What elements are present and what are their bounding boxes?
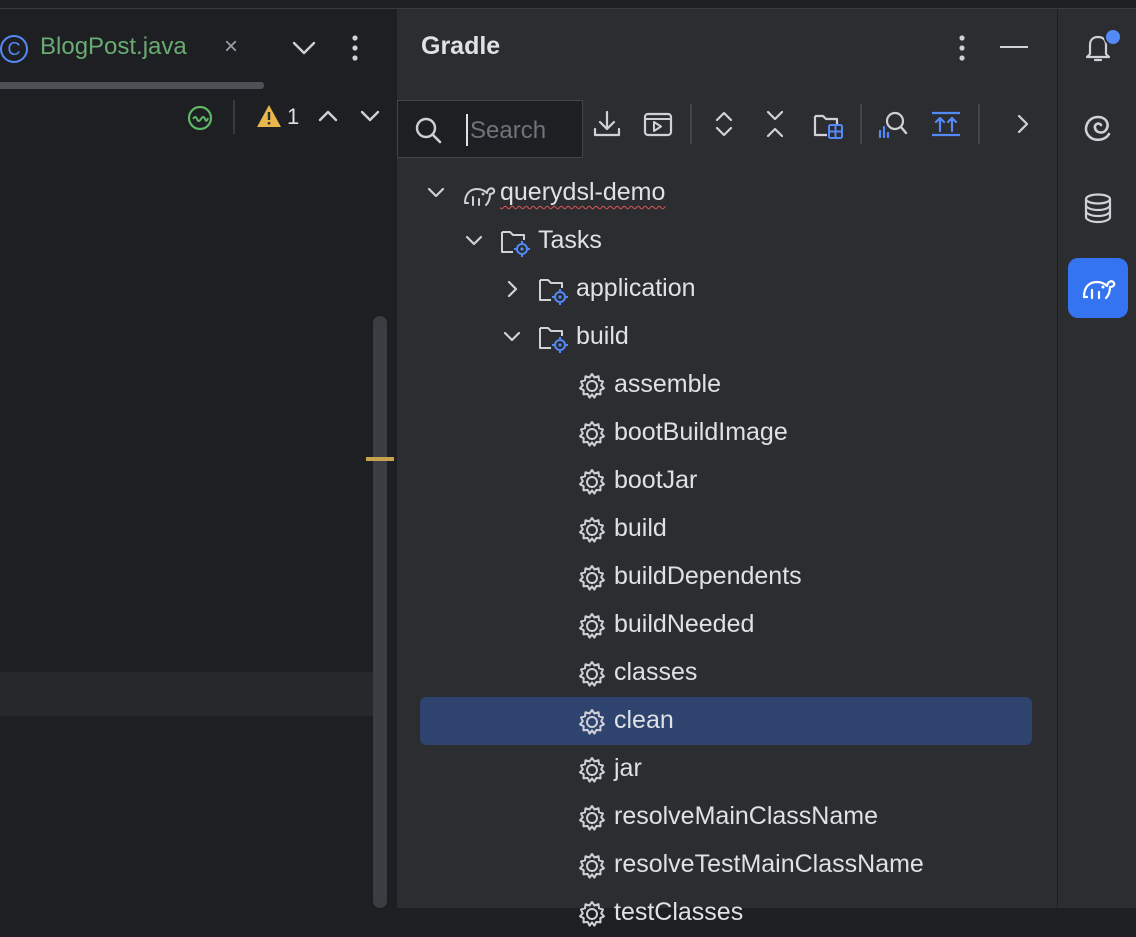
build-scripts-icon[interactable]: [929, 107, 963, 141]
collapse-all-icon[interactable]: [758, 107, 792, 141]
warning-count[interactable]: 1: [287, 104, 299, 130]
task-label[interactable]: testClasses: [614, 898, 743, 927]
task-row[interactable]: resolveTestMainClassName: [420, 841, 1032, 889]
group-label[interactable]: application: [576, 274, 696, 303]
tree-group-row[interactable]: build: [420, 313, 1032, 361]
task-label[interactable]: resolveTestMainClassName: [614, 850, 924, 879]
gear-icon: [577, 899, 607, 929]
editor-area[interactable]: [0, 9, 395, 908]
task-label[interactable]: clean: [614, 706, 674, 735]
task-row[interactable]: assemble: [420, 361, 1032, 409]
tool-window-title: Gradle: [421, 32, 501, 60]
task-row[interactable]: bootJar: [420, 457, 1032, 505]
chevron-down-icon[interactable]: [462, 229, 486, 253]
task-folder-icon: [500, 227, 530, 257]
task-row[interactable]: jar: [420, 745, 1032, 793]
chevron-right-icon[interactable]: [500, 277, 524, 301]
gradle-stripe-button[interactable]: [1068, 258, 1128, 318]
task-row[interactable]: testClasses: [420, 889, 1032, 937]
download-sources-icon[interactable]: [590, 107, 624, 141]
tab-close-icon[interactable]: ×: [224, 33, 238, 61]
java-class-icon: C: [0, 35, 28, 63]
task-label[interactable]: classes: [614, 658, 697, 687]
warning-icon[interactable]: [256, 103, 282, 129]
chevron-down-icon[interactable]: [500, 325, 524, 349]
gradle-elephant-icon: [462, 179, 496, 209]
task-row[interactable]: buildNeeded: [420, 601, 1032, 649]
inspection-divider: [233, 100, 235, 134]
editor-scrollbar[interactable]: [373, 316, 387, 908]
task-row[interactable]: build: [420, 505, 1032, 553]
toolbar-separator: [690, 104, 692, 144]
editor-tab-label[interactable]: BlogPost.java: [40, 33, 187, 61]
gear-icon: [577, 851, 607, 881]
task-label[interactable]: assemble: [614, 370, 721, 399]
gear-icon: [577, 611, 607, 641]
gear-icon: [577, 371, 607, 401]
group-label[interactable]: build: [576, 322, 629, 351]
task-folder-icon: [538, 275, 568, 305]
code-analysis-icon[interactable]: [186, 104, 214, 132]
task-label[interactable]: buildDependents: [614, 562, 802, 591]
link-project-icon[interactable]: [811, 107, 845, 141]
window-top-border: [0, 0, 1136, 9]
current-line-highlight: [0, 672, 373, 716]
gear-icon: [577, 467, 607, 497]
task-row[interactable]: clean: [420, 697, 1032, 745]
search-icon: [413, 115, 443, 145]
gear-icon: [577, 755, 607, 785]
task-row[interactable]: resolveMainClassName: [420, 793, 1032, 841]
notifications-button[interactable]: [1068, 17, 1128, 77]
ai-assistant-icon: [1084, 115, 1111, 142]
tree-group-row[interactable]: application: [420, 265, 1032, 313]
tab-scroll-indicator[interactable]: [0, 82, 264, 89]
analyze-dependencies-icon[interactable]: [876, 107, 910, 141]
tree-project-row[interactable]: querydsl-demo: [420, 169, 1032, 217]
task-label[interactable]: build: [614, 514, 667, 543]
gear-icon: [577, 803, 607, 833]
gear-icon: [577, 707, 607, 737]
task-row[interactable]: buildDependents: [420, 553, 1032, 601]
database-icon: [1084, 193, 1112, 224]
text-cursor: [466, 114, 468, 146]
gear-icon: [577, 659, 607, 689]
more-chevron-icon[interactable]: [1006, 107, 1040, 141]
gear-icon: [577, 515, 607, 545]
task-label[interactable]: buildNeeded: [614, 610, 754, 639]
tasks-label[interactable]: Tasks: [538, 226, 602, 255]
previous-highlight-icon[interactable]: [316, 106, 340, 126]
gear-icon: [577, 419, 607, 449]
minimize-icon[interactable]: [1000, 46, 1028, 48]
task-row[interactable]: bootBuildImage: [420, 409, 1032, 457]
notification-badge: [1104, 28, 1122, 46]
task-row[interactable]: classes: [420, 649, 1032, 697]
ai-assistant-button[interactable]: [1068, 98, 1128, 158]
editor-more-icon[interactable]: [343, 33, 367, 63]
scrollbar-warning-marker[interactable]: [366, 457, 394, 461]
task-folder-icon: [538, 323, 568, 353]
search-input[interactable]: [470, 116, 580, 146]
execute-task-icon[interactable]: [641, 107, 675, 141]
tree-tasks-row[interactable]: Tasks: [420, 217, 1032, 265]
database-button[interactable]: [1068, 178, 1128, 238]
expand-all-icon[interactable]: [707, 107, 741, 141]
task-label[interactable]: resolveMainClassName: [614, 802, 878, 831]
toolbar-separator: [978, 104, 980, 144]
chevron-down-icon[interactable]: [424, 181, 448, 205]
toolbar-separator: [860, 104, 862, 144]
project-name[interactable]: querydsl-demo: [500, 178, 665, 207]
tool-window-options-icon[interactable]: [950, 33, 974, 63]
task-label[interactable]: bootJar: [614, 466, 697, 495]
next-highlight-icon[interactable]: [358, 106, 382, 126]
gear-icon: [577, 563, 607, 593]
task-label[interactable]: bootBuildImage: [614, 418, 788, 447]
task-label[interactable]: jar: [614, 754, 642, 783]
gradle-icon: [1082, 280, 1116, 300]
tabs-dropdown-icon[interactable]: [290, 36, 318, 60]
